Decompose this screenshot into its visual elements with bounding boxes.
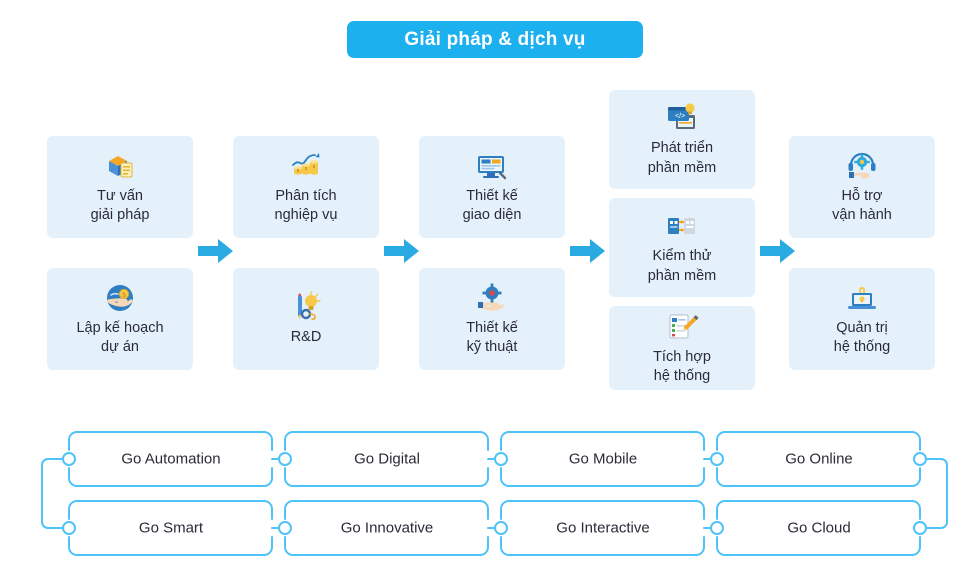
- go-pill-go-mobile[interactable]: Go Mobile: [569, 451, 637, 468]
- go-pill-go-interactive[interactable]: Go Interactive: [556, 520, 649, 537]
- connector-node: [494, 452, 508, 466]
- connector-node: [913, 521, 927, 535]
- headset-support-icon: [845, 149, 879, 183]
- stage-box-thiet-ke-ky-thuat[interactable]: Thiết kế kỹ thuật: [419, 268, 565, 370]
- go-pill-go-online[interactable]: Go Online: [785, 451, 853, 468]
- arrow-4-to-5: [760, 236, 796, 266]
- connector-node: [710, 452, 724, 466]
- test-transfer-icon: [665, 209, 699, 243]
- connector-node: [710, 521, 724, 535]
- pencil-lightbulb-gear-icon: [289, 290, 323, 324]
- connector-node: [494, 521, 508, 535]
- code-window-icon: </>: [665, 101, 699, 135]
- stage-label: Kiểm thử phần mềm: [647, 248, 717, 284]
- growth-chart-coins-icon: $ $ $: [289, 149, 323, 183]
- stage-label: Tư vấn giải pháp: [90, 187, 150, 223]
- page-title: Giải pháp & dịch vụ: [404, 28, 586, 50]
- stage-label: Phát triển phần mềm: [647, 140, 717, 176]
- stage-box-phat-trien-phan-mem[interactable]: </> Phát triển phần mềm: [609, 90, 755, 189]
- go-network: Go Automation Go Digital Go Mobile Go On…: [0, 415, 977, 575]
- stage-label: R&D: [290, 329, 322, 346]
- svg-text:</>: </>: [675, 113, 685, 120]
- connector-node: [62, 452, 76, 466]
- stage-box-quan-tri-he-thong[interactable]: Quản trị hệ thống: [789, 268, 935, 370]
- arrow-1-to-2: [198, 236, 234, 266]
- laptop-admin-icon: [845, 281, 879, 315]
- stage-label: Quản trị hệ thống: [833, 319, 891, 355]
- hand-gear-icon: [475, 281, 509, 315]
- box-checklist-icon: [103, 149, 137, 183]
- go-pill-go-smart[interactable]: Go Smart: [139, 520, 203, 537]
- go-pill-go-cloud[interactable]: Go Cloud: [787, 520, 850, 537]
- connector-node: [62, 521, 76, 535]
- connector-node: [278, 452, 292, 466]
- go-pill-go-automation[interactable]: Go Automation: [121, 451, 220, 468]
- stage-box-rd[interactable]: R&D: [233, 268, 379, 370]
- pill-outline-1-1-left: [68, 431, 78, 451]
- stage-box-phan-tich-nghiep-vu[interactable]: $ $ $ Phân tích nghiệp vụ: [233, 136, 379, 238]
- go-pill-go-digital[interactable]: Go Digital: [354, 451, 420, 468]
- stage-box-thiet-ke-giao-dien[interactable]: Thiết kế giao diện: [419, 136, 565, 238]
- diagram-canvas: Giải pháp & dịch vụ Tư vấn giải pháp $ L…: [0, 0, 977, 575]
- arrow-3-to-4: [570, 236, 606, 266]
- stage-label: Phân tích nghiệp vụ: [274, 187, 338, 223]
- stage-box-tich-hop-he-thong[interactable]: Tích hợp hệ thống: [609, 306, 755, 390]
- go-pill-go-innovative[interactable]: Go Innovative: [341, 520, 434, 537]
- pill-outline-1-1-top: [76, 431, 273, 451]
- stage-label: Hỗ trợ vận hành: [832, 187, 892, 223]
- stage-box-lap-ke-hoach-du-an[interactable]: $ Lập kế hoạch dự án: [47, 268, 193, 370]
- stage-box-kiem-thu-phan-mem[interactable]: Kiểm thử phần mềm: [609, 198, 755, 297]
- stage-label: Thiết kế kỹ thuật: [466, 319, 518, 355]
- stage-label: Tích hợp hệ thống: [653, 348, 711, 384]
- stage-label: Thiết kế giao diện: [462, 187, 522, 223]
- arrow-2-to-3: [384, 236, 420, 266]
- connector-node: [913, 452, 927, 466]
- document-pencil-icon: [665, 310, 699, 344]
- monitor-design-icon: [475, 149, 509, 183]
- hand-coin-icon: $: [103, 281, 137, 315]
- stage-label: Lập kế hoạch dự án: [76, 319, 164, 355]
- pill-outline-1-1-bottom: [68, 467, 273, 487]
- connector-node: [278, 521, 292, 535]
- stage-box-ho-tro-van-hanh[interactable]: Hỗ trợ vận hành: [789, 136, 935, 238]
- stage-box-tu-van-giai-phap[interactable]: Tư vấn giải pháp: [47, 136, 193, 238]
- page-title-banner: Giải pháp & dịch vụ: [347, 21, 643, 58]
